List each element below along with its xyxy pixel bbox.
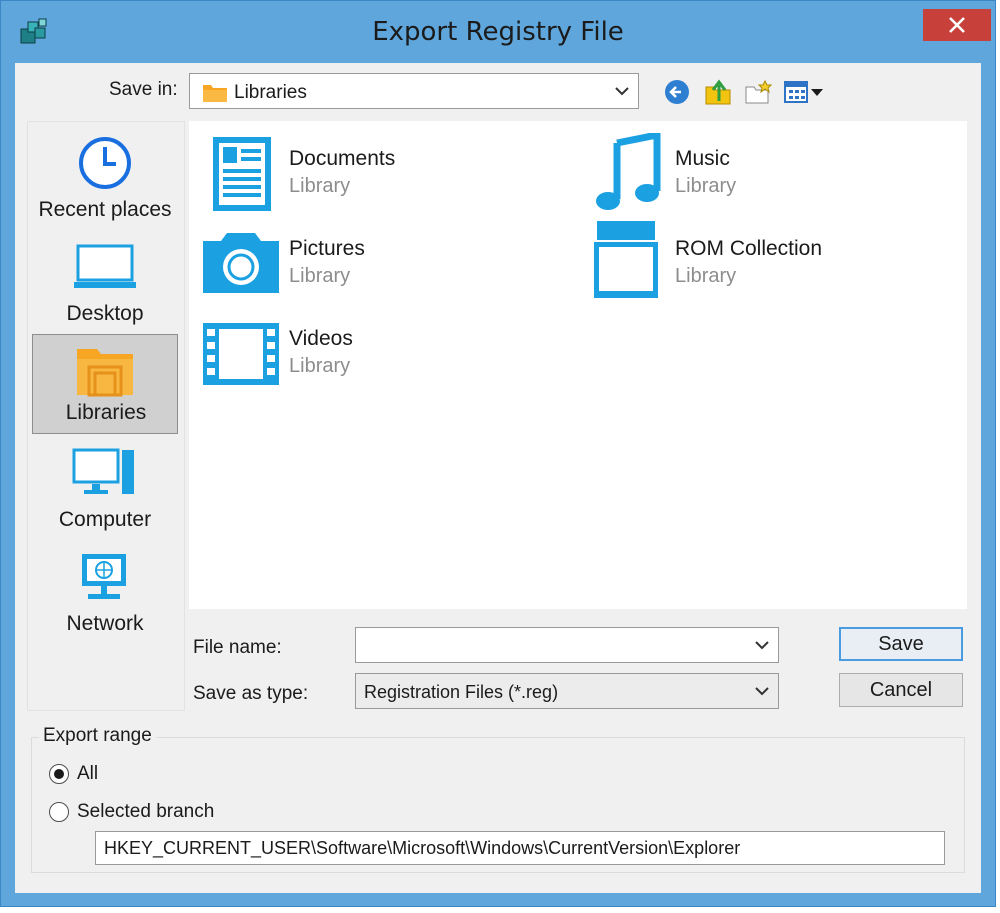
radio-selected-branch-label: Selected branch (77, 801, 215, 822)
library-type: Library (289, 175, 351, 197)
radio-button[interactable] (49, 764, 69, 784)
documents-icon (213, 137, 271, 211)
library-type: Library (675, 175, 737, 197)
libraries-icon (77, 349, 133, 397)
place-label: Computer (58, 508, 152, 531)
up-folder-icon[interactable] (703, 77, 733, 107)
selected-branch-value: HKEY_CURRENT_USER\Software\Microsoft\Win… (104, 838, 741, 858)
computer-icon (72, 448, 134, 494)
place-label: Desktop (66, 302, 144, 325)
view-menu-button[interactable] (783, 77, 829, 107)
library-item-pictures[interactable]: Pictures Library (199, 217, 569, 303)
library-item-documents[interactable]: Documents Library (199, 127, 569, 213)
library-icon (592, 221, 660, 300)
selected-branch-input[interactable]: HKEY_CURRENT_USER\Software\Microsoft\Win… (95, 831, 945, 865)
place-desktop[interactable]: Desktop (32, 232, 178, 332)
save-as-type-dropdown[interactable]: Registration Files (*.reg) (355, 673, 779, 709)
place-recent-places[interactable]: Recent places (32, 128, 178, 228)
dialog-body: Save in: Libraries Recent places Desktop… (15, 63, 981, 893)
save-in-value: Libraries (234, 82, 307, 103)
library-type: Library (289, 265, 351, 287)
desktop-icon (74, 244, 136, 288)
place-label: Recent places (38, 198, 172, 221)
network-icon (82, 554, 126, 599)
save-button[interactable]: Save (839, 627, 963, 661)
dialog-title: Export Registry File (372, 17, 624, 47)
library-item-rom-collection[interactable]: ROM Collection Library (585, 217, 955, 303)
radio-selected-branch[interactable]: Selected branch (49, 799, 309, 825)
radio-selected-dot (54, 769, 64, 779)
folder-icon (203, 85, 227, 102)
title-bar[interactable]: Export Registry File (1, 1, 995, 63)
videos-icon (203, 323, 279, 385)
clock-icon (79, 137, 131, 189)
library-name: Documents (289, 147, 396, 170)
file-name-label: File name: (193, 637, 282, 658)
library-type: Library (289, 355, 351, 377)
library-name: Videos (289, 327, 353, 350)
place-label: Libraries (65, 401, 147, 424)
cancel-button[interactable]: Cancel (839, 673, 963, 707)
view-menu-icon (784, 81, 823, 103)
save-in-dropdown[interactable]: Libraries (189, 73, 639, 109)
places-bar: Recent places Desktop Libraries Computer… (27, 121, 185, 711)
save-as-type-value: Registration Files (*.reg) (364, 682, 559, 702)
place-computer[interactable]: Computer (32, 438, 178, 538)
dialog-window: Export Registry File Save in: Libraries (0, 0, 996, 907)
close-icon (949, 17, 965, 33)
library-name: ROM Collection (675, 237, 823, 260)
library-item-music[interactable]: Music Library (585, 127, 955, 213)
library-item-videos[interactable]: Videos Library (199, 307, 569, 393)
back-arrow-icon[interactable] (663, 77, 691, 107)
save-as-type-label: Save as type: (193, 683, 309, 704)
place-network[interactable]: Network (32, 542, 178, 642)
library-name: Pictures (289, 237, 365, 260)
place-libraries[interactable]: Libraries (32, 334, 178, 434)
save-in-label: Save in: (109, 79, 178, 100)
library-type: Library (675, 265, 737, 287)
new-folder-icon[interactable] (743, 77, 773, 107)
chevron-down-icon (615, 87, 629, 96)
library-name: Music (675, 147, 730, 170)
chevron-down-icon (755, 687, 769, 696)
place-label: Network (66, 612, 144, 635)
export-range-title: Export range (39, 725, 156, 747)
radio-all[interactable]: All (49, 761, 249, 787)
chevron-down-icon (755, 641, 769, 650)
file-name-input[interactable] (355, 627, 779, 663)
pictures-icon (203, 233, 279, 293)
file-list-view[interactable]: Documents Library Music Library Pictures… (189, 121, 967, 609)
close-button[interactable] (923, 9, 991, 41)
radio-all-label: All (77, 763, 99, 784)
music-icon (596, 133, 661, 210)
radio-button[interactable] (49, 802, 69, 822)
